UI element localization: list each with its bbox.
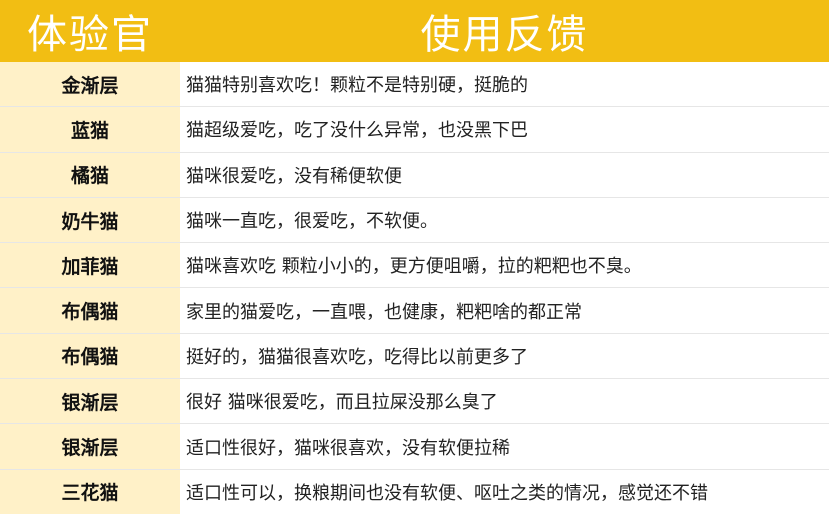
table-row: 加菲猫 猫咪喜欢吃 颗粒小小的，更方便咀嚼，拉的粑粑也不臭。 xyxy=(0,243,829,289)
table-header: 体验官 使用反馈 xyxy=(0,0,829,62)
table-row: 奶牛猫 猫咪一直吃，很爱吃，不软便。 xyxy=(0,197,829,244)
tester-name: 加菲猫 xyxy=(0,243,180,288)
feedback-text: 适口性可以，换粮期间也没有软便、呕吐之类的情况，感觉还不错 xyxy=(186,482,708,504)
tester-name: 金渐层 xyxy=(0,62,180,107)
feedback-text: 挺好的，猫猫很喜欢吃，吃得比以前更多了 xyxy=(186,346,528,368)
feedback-table: 体验官 使用反馈 金渐层 猫猫特别喜欢吃！颗粒不是特别硬，挺脆的 蓝猫 猫超级爱… xyxy=(0,0,829,514)
header-feedback: 使用反馈 xyxy=(420,12,589,58)
feedback-text: 家里的猫爱吃，一直喂，也健康，粑粑啥的都正常 xyxy=(186,301,582,323)
tester-name: 蓝猫 xyxy=(0,107,180,152)
header-tester: 体验官 xyxy=(27,12,153,58)
table-row: 银渐层 很好 猫咪很爱吃，而且拉屎没那么臭了 xyxy=(0,379,829,425)
tester-name: 布偶猫 xyxy=(0,333,180,379)
tester-name: 银渐层 xyxy=(0,424,180,469)
table-row: 布偶猫 家里的猫爱吃，一直喂，也健康，粑粑啥的都正常 xyxy=(0,288,829,334)
table-row: 布偶猫 挺好的，猫猫很喜欢吃，吃得比以前更多了 xyxy=(0,333,829,380)
table-row: 三花猫 适口性可以，换粮期间也没有软便、呕吐之类的情况，感觉还不错 xyxy=(0,469,829,514)
feedback-text: 猫超级爱吃，吃了没什么异常，也没黑下巴 xyxy=(186,120,528,142)
table-row: 蓝猫 猫超级爱吃，吃了没什么异常，也没黑下巴 xyxy=(0,107,829,153)
feedback-text: 猫咪很爱吃，没有稀便软便 xyxy=(186,165,402,187)
table-body: 金渐层 猫猫特别喜欢吃！颗粒不是特别硬，挺脆的 蓝猫 猫超级爱吃，吃了没什么异常… xyxy=(0,62,829,514)
table-row: 银渐层 适口性很好，猫咪很喜欢，没有软便拉稀 xyxy=(0,424,829,470)
tester-name: 布偶猫 xyxy=(0,288,180,333)
tester-name: 三花猫 xyxy=(0,469,180,514)
feedback-text: 很好 猫咪很爱吃，而且拉屎没那么臭了 xyxy=(186,392,498,414)
feedback-text: 适口性很好，猫咪很喜欢，没有软便拉稀 xyxy=(186,437,510,459)
table-row: 金渐层 猫猫特别喜欢吃！颗粒不是特别硬，挺脆的 xyxy=(0,62,829,108)
feedback-text: 猫猫特别喜欢吃！颗粒不是特别硬，挺脆的 xyxy=(186,75,528,97)
feedback-text: 猫咪一直吃，很爱吃，不软便。 xyxy=(186,211,438,233)
feedback-text: 猫咪喜欢吃 颗粒小小的，更方便咀嚼，拉的粑粑也不臭。 xyxy=(186,256,642,278)
tester-name: 奶牛猫 xyxy=(0,197,180,243)
tester-name: 橘猫 xyxy=(0,152,180,197)
tester-name: 银渐层 xyxy=(0,379,180,424)
table-row: 橘猫 猫咪很爱吃，没有稀便软便 xyxy=(0,152,829,198)
